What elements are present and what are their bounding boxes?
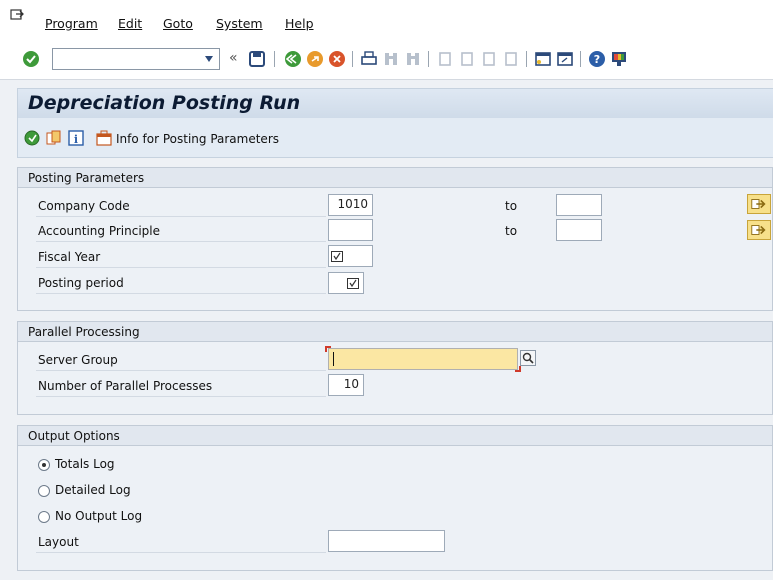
accounting-principle-to-label: to xyxy=(505,224,518,238)
divider xyxy=(36,396,326,397)
search-help-icon[interactable] xyxy=(520,350,536,366)
text-cursor xyxy=(333,352,334,366)
customize-layout-icon[interactable] xyxy=(610,50,628,68)
standard-toolbar: « ? xyxy=(0,36,773,80)
print-icon[interactable] xyxy=(360,50,378,68)
detailed-log-label[interactable]: Detailed Log xyxy=(55,483,131,497)
previous-page-icon xyxy=(461,52,473,66)
divider xyxy=(36,241,326,242)
menu-help[interactable]: Help xyxy=(285,16,314,31)
divider xyxy=(36,216,326,217)
focus-corner xyxy=(515,366,521,372)
divider xyxy=(36,552,326,553)
no-output-log-radio[interactable] xyxy=(38,511,50,523)
toolbar-separator xyxy=(580,51,581,67)
posting-parameters-group: Posting Parameters Company Code 1010 to … xyxy=(17,167,773,311)
group-header: Parallel Processing xyxy=(18,322,772,342)
layout-label: Layout xyxy=(38,535,79,549)
menu-edit[interactable]: Edit xyxy=(118,16,142,31)
totals-log-radio[interactable] xyxy=(38,459,50,471)
arrow-right-icon xyxy=(751,199,766,209)
collapse-icon[interactable]: « xyxy=(229,50,238,66)
divider xyxy=(36,293,326,294)
menu-goto[interactable]: Goto xyxy=(163,16,193,31)
focus-corner xyxy=(325,346,331,352)
create-session-icon[interactable] xyxy=(534,50,552,68)
page-title-bar: Depreciation Posting Run xyxy=(17,88,773,118)
svg-text:i: i xyxy=(74,133,78,146)
menu-program[interactable]: Program xyxy=(45,16,98,31)
server-group-input[interactable] xyxy=(325,346,521,372)
posting-period-input[interactable] xyxy=(328,272,364,294)
layout-input[interactable] xyxy=(328,530,445,552)
detailed-log-radio[interactable] xyxy=(38,485,50,497)
system-menu-icon[interactable] xyxy=(10,9,24,23)
totals-log-label[interactable]: Totals Log xyxy=(55,457,115,471)
svg-text:?: ? xyxy=(594,53,600,66)
accounting-principle-to-input[interactable] xyxy=(556,219,602,241)
save-icon[interactable] xyxy=(248,50,266,68)
info-icon[interactable]: i xyxy=(68,130,84,146)
parallel-processes-label: Number of Parallel Processes xyxy=(38,379,213,393)
accounting-principle-multiple-selection-button[interactable] xyxy=(747,220,771,240)
posting-period-label: Posting period xyxy=(38,276,124,290)
accounting-principle-from-input[interactable] xyxy=(328,219,373,241)
parameters-info-icon[interactable] xyxy=(96,130,112,146)
toolbar-separator xyxy=(428,51,429,67)
application-toolbar: i Info for Posting Parameters xyxy=(17,118,773,158)
group-header: Output Options xyxy=(18,426,772,446)
fiscal-year-label: Fiscal Year xyxy=(38,250,101,264)
server-group-label: Server Group xyxy=(38,353,118,367)
no-output-log-label[interactable]: No Output Log xyxy=(55,509,142,523)
exit-icon[interactable] xyxy=(306,50,324,68)
toolbar-separator xyxy=(352,51,353,67)
company-code-label: Company Code xyxy=(38,199,130,213)
enter-icon[interactable] xyxy=(22,50,40,68)
company-code-from-input[interactable]: 1010 xyxy=(328,194,373,216)
arrow-right-icon xyxy=(751,225,766,235)
output-options-group: Output Options Totals Log Detailed Log N… xyxy=(17,425,773,571)
required-entry-icon xyxy=(347,278,359,289)
required-entry-icon xyxy=(331,251,343,262)
shortcut-icon[interactable] xyxy=(556,50,574,68)
toolbar-separator xyxy=(526,51,527,67)
company-code-to-input[interactable] xyxy=(556,194,602,216)
chevron-down-icon[interactable] xyxy=(205,56,213,62)
execute-icon[interactable] xyxy=(24,130,40,146)
fiscal-year-input[interactable] xyxy=(328,245,373,267)
divider xyxy=(36,267,326,268)
company-code-multiple-selection-button[interactable] xyxy=(747,194,771,214)
copy-icon[interactable] xyxy=(46,130,62,146)
menu-system[interactable]: System xyxy=(216,16,263,31)
divider xyxy=(36,370,326,371)
toolbar-separator xyxy=(274,51,275,67)
parallel-processes-input[interactable]: 10 xyxy=(328,374,364,396)
first-page-icon xyxy=(439,52,451,66)
parallel-processing-group: Parallel Processing Server Group Number … xyxy=(17,321,773,415)
menu-bar: Program Edit Goto System Help xyxy=(0,0,773,36)
next-page-icon xyxy=(483,52,495,66)
group-header: Posting Parameters xyxy=(18,168,772,188)
company-code-to-label: to xyxy=(505,199,518,213)
info-posting-parameters-button[interactable]: Info for Posting Parameters xyxy=(116,132,279,146)
command-field[interactable] xyxy=(52,48,220,70)
back-icon[interactable] xyxy=(284,50,302,68)
page-title: Depreciation Posting Run xyxy=(28,92,301,114)
cancel-icon[interactable] xyxy=(328,50,346,68)
accounting-principle-label: Accounting Principle xyxy=(38,224,160,238)
find-icon xyxy=(385,53,397,65)
last-page-icon xyxy=(505,52,517,66)
help-icon[interactable]: ? xyxy=(588,50,606,68)
find-next-icon xyxy=(407,53,419,65)
